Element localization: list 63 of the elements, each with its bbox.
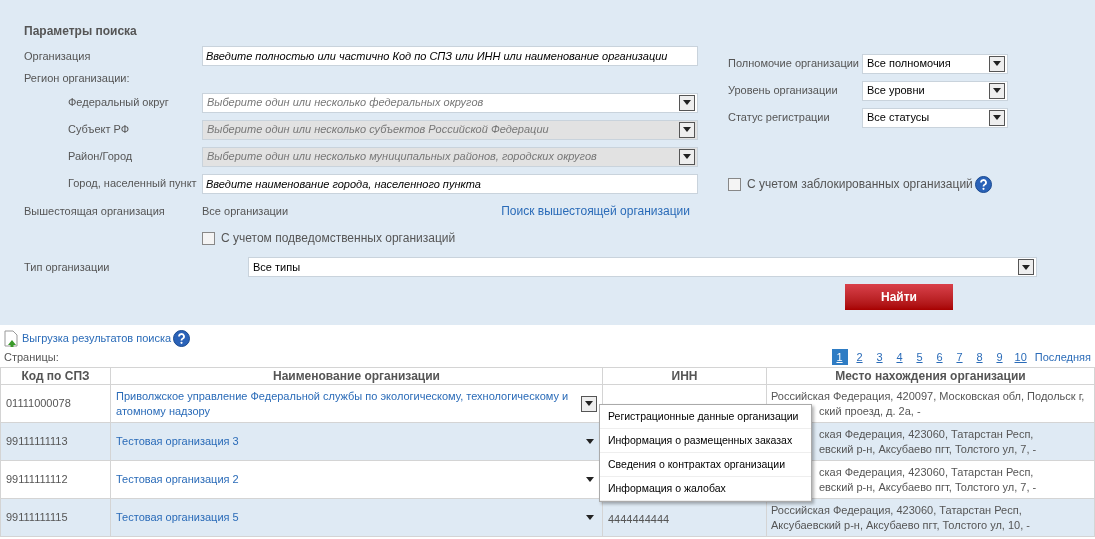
page-link[interactable]: 10 <box>1011 349 1030 365</box>
panel-title: Параметры поиска <box>24 23 138 40</box>
menu-item[interactable]: Информация о размещенных заказах <box>600 429 811 453</box>
column-header: Код по СПЗ <box>0 367 111 385</box>
page-link[interactable]: 7 <box>951 349 968 365</box>
page-link[interactable]: 2 <box>851 349 868 365</box>
parent-search-link[interactable]: Поиск вышестоящей организации <box>501 202 690 220</box>
table-cell: 99111111113 <box>0 422 111 461</box>
address-text: Российская Федерация, 423060, Татарстан Респ, <box>771 502 1022 518</box>
page-link[interactable]: 1 <box>831 349 848 365</box>
table-cell: 99111111112 <box>0 460 111 499</box>
menu-item[interactable]: Информация о жалобах <box>600 477 811 501</box>
column-header: ИНН <box>602 367 767 385</box>
checkbox-label: С учетом заблокированных организаций <box>747 176 973 193</box>
address-text: ский проезд, д. 2а, - <box>819 403 921 419</box>
table-cell: 99111111115 <box>0 498 111 537</box>
address-text: ская Федерация, 423060, Татарстан Респ, <box>819 464 1034 480</box>
filter-select[interactable]: Все уровни <box>862 80 1008 101</box>
field-label: Район/Город <box>67 149 134 165</box>
last-page-link[interactable]: Последняя <box>1034 348 1091 366</box>
help-icon[interactable] <box>974 175 992 193</box>
search-button[interactable]: Найти <box>845 284 953 310</box>
table-cell: 4444444444 <box>608 512 670 525</box>
field-label: Полномочие организации <box>728 56 860 72</box>
section-label: Регион организации: <box>24 70 130 86</box>
organization-field[interactable]: Введите полностью или частично Код по СПЗ или ИНН или наименование организации <box>202 46 698 66</box>
column-header: Наименование организации <box>110 367 603 385</box>
parent-value: Все организации <box>202 203 290 219</box>
field-label: Тип организации <box>24 259 111 275</box>
field-label: Организация <box>24 48 92 64</box>
menu-item[interactable]: Регистрационные данные организации <box>600 405 811 429</box>
page-link[interactable]: 4 <box>891 349 908 365</box>
document-export-icon[interactable] <box>4 329 20 347</box>
column-header: Место нахождения организации <box>766 367 1095 385</box>
checkbox[interactable] <box>728 177 741 191</box>
address-text: ская Федерация, 423060, Татарстан Респ, <box>819 426 1034 442</box>
field-label: Уровень организации <box>728 83 839 99</box>
city-field[interactable]: Введите наименование города, населенного пункта <box>202 173 698 194</box>
field-label: Вышестоящая организация <box>24 203 166 219</box>
filter-select[interactable]: Все полномочия <box>862 53 1008 74</box>
checkbox-label: С учетом подведомственных организаций <box>221 230 456 247</box>
page-link[interactable]: 6 <box>931 349 948 365</box>
page-link[interactable]: 9 <box>991 349 1008 365</box>
field-label: Федеральный округ <box>67 95 170 111</box>
field-label: Субъект РФ <box>67 122 131 138</box>
filter-select[interactable]: Все статусы <box>862 107 1008 128</box>
address-text: евский р-н, Аксубаево пгт, Толстого ул, 7, - <box>819 441 1037 457</box>
export-link[interactable]: Выгрузка результатов поиска <box>22 329 172 347</box>
checkbox[interactable] <box>202 231 215 245</box>
field-label: Статус регистрации <box>728 110 831 126</box>
page-link[interactable]: 8 <box>971 349 988 365</box>
page-link[interactable]: 5 <box>911 349 928 365</box>
address-text: Российская Федерация, 420097, Московская обл, Подольск г, <box>771 388 1085 404</box>
page-link[interactable]: 3 <box>871 349 888 365</box>
table-cell: 01111000078 <box>0 384 111 423</box>
menu-item[interactable]: Сведения о контрактах организации <box>600 453 811 477</box>
address-text: евский р-н, Аксубаево пгт, Толстого ул, 7, - <box>819 479 1037 495</box>
field-label: Город, населенный пункт <box>67 176 198 192</box>
region-select[interactable]: Выберите один или несколько федеральных округов <box>202 92 698 113</box>
type-select[interactable]: Все типы <box>248 257 1037 277</box>
help-icon[interactable] <box>173 329 191 347</box>
pages-label: Страницы: <box>4 349 60 365</box>
address-text: Аксубаевский р-н, Аксубаево пгт, Толстого ул, 10, - <box>771 517 1030 533</box>
